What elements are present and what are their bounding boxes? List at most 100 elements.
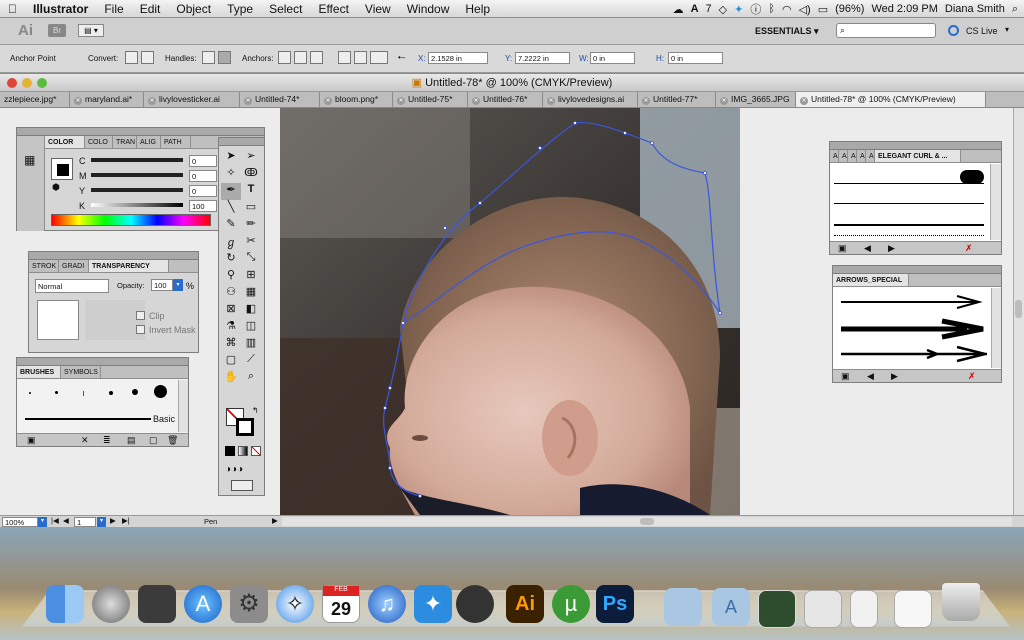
next-icon[interactable]: ▶	[888, 243, 895, 254]
line-tool-icon[interactable]: ╲	[221, 200, 241, 217]
user-name[interactable]: Diana Smith	[945, 3, 1005, 15]
remove-anchor-button[interactable]	[278, 51, 291, 64]
arrange-documents-button[interactable]: ▤ ▾	[78, 24, 104, 37]
spotlight-icon[interactable]: ⌕	[1012, 3, 1018, 16]
lasso-tool-icon[interactable]: ↂ	[241, 166, 261, 183]
cloud-icon[interactable]: ☁	[673, 3, 684, 16]
placed-photo[interactable]	[280, 108, 740, 515]
paintbrush-tool-icon[interactable]: ✎	[221, 217, 241, 234]
close-tab-icon[interactable]: ✕	[800, 97, 808, 105]
panel-titlebar[interactable]	[17, 358, 188, 366]
twitter-app-icon[interactable]: ✦	[414, 585, 452, 623]
documents-folder-icon[interactable]	[664, 588, 702, 626]
convert-corner-button[interactable]	[125, 51, 138, 64]
pencil-tool-icon[interactable]: ✏	[241, 217, 261, 234]
tab-color[interactable]: COLOR	[45, 136, 85, 148]
pen-tool-icon[interactable]: ✒	[221, 183, 241, 200]
invert-mask-checkbox[interactable]	[136, 325, 145, 334]
color-mode-icon[interactable]	[225, 446, 235, 456]
y-field[interactable]: 7.2222 in	[515, 52, 570, 64]
close-tab-icon[interactable]: ✕	[74, 97, 82, 105]
prev-artboard-icon[interactable]: ◀	[63, 516, 69, 525]
swap-fill-stroke-icon[interactable]: ↰	[252, 406, 259, 415]
magic-wand-tool-icon[interactable]: ✧	[221, 166, 241, 183]
adobe-icon[interactable]: A	[691, 3, 699, 15]
shape-builder-tool-icon[interactable]: ⚇	[221, 285, 241, 302]
brush-dot[interactable]	[83, 391, 84, 396]
close-tab-icon[interactable]: ✕	[472, 97, 480, 105]
tab-arrows-special[interactable]: ARROWS_SPECIAL	[833, 274, 909, 286]
bluetooth-icon[interactable]: ᛒ	[768, 3, 775, 15]
draw-mode-icon[interactable]: ◑◑◑	[225, 464, 243, 475]
brush-options-icon[interactable]: ≣	[103, 435, 111, 446]
finder-icon[interactable]	[46, 585, 84, 623]
convert-smooth-button[interactable]	[141, 51, 154, 64]
twitter-icon[interactable]: ✦	[734, 3, 743, 16]
close-tab-icon[interactable]: ✕	[148, 97, 156, 105]
options-icon[interactable]: ▤	[127, 435, 136, 446]
brush-dot[interactable]	[154, 385, 167, 398]
close-tab-icon[interactable]: ✕	[397, 97, 405, 105]
utorrent-icon[interactable]: µ	[552, 585, 590, 623]
slider-c[interactable]	[91, 158, 183, 162]
rotate-tool-icon[interactable]: ↻	[221, 251, 241, 268]
menu-type[interactable]: Type	[219, 2, 261, 16]
scale-tool-icon[interactable]: ⤡	[241, 251, 261, 268]
tab-document-active[interactable]: ✕ Untitled-78* @ 100% (CMYK/Preview)	[796, 92, 986, 107]
w-field[interactable]: 0 in	[590, 52, 635, 64]
cs-live-button[interactable]: CS Live	[966, 26, 998, 36]
app-store-icon[interactable]: A	[184, 585, 222, 623]
panel-titlebar[interactable]	[29, 252, 198, 260]
close-tab-icon[interactable]: ✕	[547, 97, 555, 105]
next-icon[interactable]: ▶	[891, 371, 898, 382]
photoshop-dock-icon[interactable]: Ps	[596, 585, 634, 623]
perspective-grid-tool-icon[interactable]: ▦	[241, 285, 261, 302]
slider-y[interactable]	[91, 188, 183, 192]
tab-collapsed[interactable]: A	[830, 150, 839, 162]
gradient-tool-icon[interactable]: ◧	[241, 302, 261, 319]
info-icon[interactable]: ⓘ	[750, 1, 761, 17]
brush-dot[interactable]	[55, 391, 58, 394]
brush-library-icon[interactable]: ▣	[838, 243, 847, 254]
image-capture-icon[interactable]	[456, 585, 494, 623]
close-tab-icon[interactable]: ✕	[244, 97, 252, 105]
panel-scrollbar[interactable]	[990, 164, 1001, 240]
panel-titlebar[interactable]	[833, 266, 1001, 274]
tab-document[interactable]: ✕ maryland.ai*	[70, 92, 144, 107]
free-transform-tool-icon[interactable]: ⊞	[241, 268, 261, 285]
itunes-icon[interactable]: ♫	[368, 585, 406, 623]
tab-document[interactable]: ✕ Untitled-75*	[393, 92, 468, 107]
align-button[interactable]	[354, 51, 367, 64]
tab-brushes[interactable]: BRUSHES	[17, 366, 61, 378]
opacity-dropdown-icon[interactable]: ▾	[173, 279, 183, 291]
panel-titlebar[interactable]	[830, 142, 1001, 150]
slider-y-value[interactable]: 0	[189, 185, 217, 197]
tab-document[interactable]: ✕ Untitled-74*	[240, 92, 320, 107]
close-tab-icon[interactable]: ✕	[642, 97, 650, 105]
scroll-thumb[interactable]	[1015, 300, 1022, 318]
blend-tool-icon[interactable]: ◫	[241, 319, 261, 336]
status-menu-icon[interactable]: ▶	[272, 516, 278, 525]
cs-live-arrow-icon[interactable]: ▾	[1005, 25, 1009, 34]
artboard-dropdown-icon[interactable]: ▾	[97, 517, 106, 527]
zoom-tool-icon[interactable]: ⌕	[241, 370, 261, 387]
applications-folder-icon[interactable]: A	[712, 588, 750, 626]
reference-point-button[interactable]	[370, 51, 388, 64]
eyedropper-tool-icon[interactable]: ⚗	[221, 319, 241, 336]
artboard-tool-icon[interactable]: ▢	[221, 353, 241, 370]
screen-mode-icon[interactable]	[231, 480, 253, 491]
safari-icon[interactable]: ✧	[276, 585, 314, 623]
tab-stroke[interactable]: STROK	[29, 260, 59, 272]
tab-transparency[interactable]: TRANSPARENCY	[89, 260, 169, 272]
slider-k[interactable]	[91, 203, 183, 207]
none-mode-icon[interactable]	[251, 446, 261, 456]
slice-tool-icon[interactable]: ⟋	[241, 353, 261, 370]
x-field[interactable]: 2.1528 in	[428, 52, 488, 64]
fill-stroke-swatch[interactable]	[51, 158, 73, 180]
new-brush-icon[interactable]: ▢	[149, 435, 158, 446]
volume-icon[interactable]: ◁)	[799, 3, 811, 16]
clock[interactable]: Wed 2:09 PM	[871, 3, 937, 15]
blend-mode-select[interactable]: Normal	[35, 279, 109, 293]
blob-brush-tool-icon[interactable]: ℊ	[221, 234, 241, 251]
hand-tool-icon[interactable]: ✋	[221, 370, 241, 387]
